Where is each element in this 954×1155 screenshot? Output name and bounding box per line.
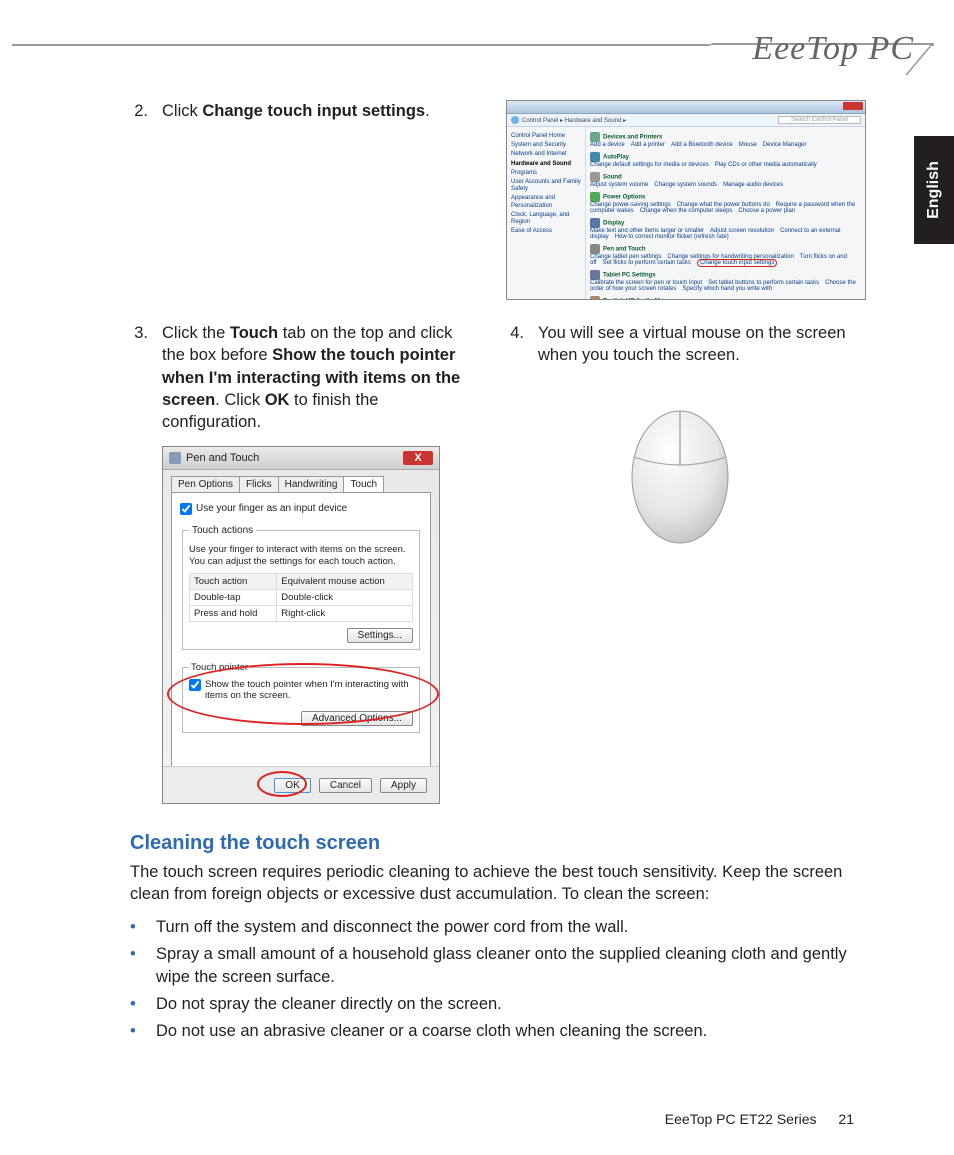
cp-side-item[interactable]: Ease of Access: [511, 228, 581, 235]
cp-side-item[interactable]: Network and Internet: [511, 151, 581, 158]
cp-cat[interactable]: Realtek HD Audio Manager: [603, 299, 679, 300]
cp-cat[interactable]: Display: [603, 221, 624, 227]
step-body: Click the Touch tab on the top and click…: [162, 322, 478, 442]
settings-button[interactable]: Settings...: [347, 628, 413, 643]
pt-touch-pointer-group: Touch pointer Show the touch pointer whe…: [182, 662, 420, 733]
section-paragraph: The touch screen requires periodic clean…: [130, 861, 854, 906]
checkbox-icon[interactable]: [189, 679, 201, 691]
list-item: Do not spray the cleaner directly on the…: [130, 993, 854, 1016]
cp-address-bar[interactable]: Control Panel ▸ Hardware and Sound ▸ Sea…: [507, 114, 865, 127]
cp-cat[interactable]: Tablet PC Settings: [603, 273, 656, 279]
cp-change-touch-link[interactable]: Change touch input settings: [697, 259, 777, 267]
pt-touch-actions-table: Touch actionEquivalent mouse action Doub…: [189, 573, 413, 622]
page-content: 2. Click Change touch input settings. Co…: [130, 100, 854, 1047]
cp-side-item[interactable]: Appearance and Personalization: [511, 195, 581, 209]
page-footer: EeeTop PC ET22 Series 21: [665, 1111, 854, 1127]
tab-handwriting[interactable]: Handwriting: [278, 476, 345, 492]
checkbox-icon[interactable]: [180, 503, 192, 515]
pen-touch-dialog: Pen and Touch X Pen Options Flicks Handw…: [162, 446, 440, 804]
table-row[interactable]: Double-tapDouble-click: [190, 589, 413, 605]
pt-button-bar: OK Cancel Apply: [163, 766, 439, 803]
brand-logo: EeeTop PC: [752, 30, 914, 68]
table-row[interactable]: Press and holdRight-click: [190, 605, 413, 621]
virtual-mouse-icon: [620, 387, 740, 547]
pt-titlebar: Pen and Touch X: [163, 447, 439, 470]
step-number: 3.: [130, 322, 148, 442]
step-number: 4.: [506, 322, 524, 367]
language-tab: English: [914, 136, 954, 244]
cp-side-item[interactable]: System and Security: [511, 142, 581, 149]
section-heading: Cleaning the touch screen: [130, 832, 854, 855]
step-4: 4. You will see a virtual mouse on the s…: [506, 322, 854, 367]
control-panel-screenshot: Control Panel ▸ Hardware and Sound ▸ Sea…: [506, 100, 866, 300]
cp-cat[interactable]: Sound: [603, 175, 622, 181]
list-item: Turn off the system and disconnect the p…: [130, 916, 854, 939]
pt-title-text: Pen and Touch: [186, 452, 259, 464]
tab-flicks[interactable]: Flicks: [239, 476, 279, 492]
cp-cat-pen-touch[interactable]: Pen and Touch: [603, 247, 646, 253]
cp-search[interactable]: Search Control Panel: [778, 116, 861, 124]
close-icon[interactable]: [843, 102, 863, 110]
cp-cat[interactable]: Power Options: [603, 195, 645, 201]
cp-cat[interactable]: AutoPlay: [603, 155, 629, 161]
cp-sidebar: Control Panel Home System and Security N…: [507, 127, 585, 300]
cp-breadcrumb: Control Panel ▸ Hardware and Sound ▸: [522, 117, 626, 124]
advanced-button[interactable]: Advanced Options...: [301, 711, 413, 726]
pt-touch-pane: Use your finger as an input device Touch…: [171, 492, 431, 778]
pt-touch-actions-group: Touch actions Use your finger to interac…: [182, 525, 420, 650]
cp-main: Devices and Printers Add a deviceAdd a p…: [585, 127, 865, 300]
tab-touch[interactable]: Touch: [343, 476, 384, 492]
ok-button[interactable]: OK: [274, 778, 310, 793]
cp-side-item-current[interactable]: Hardware and Sound: [511, 161, 581, 168]
page-number: 21: [838, 1111, 854, 1127]
bullet-list: Turn off the system and disconnect the p…: [130, 916, 854, 1043]
step-3: 3. Click the Touch tab on the top and cl…: [130, 322, 478, 442]
cp-cat[interactable]: Devices and Printers: [603, 135, 662, 141]
cp-titlebar: [507, 101, 865, 114]
pt-use-finger-check[interactable]: Use your finger as an input device: [180, 503, 422, 515]
pen-icon: [169, 452, 181, 464]
cp-home-link[interactable]: Control Panel Home: [511, 133, 581, 140]
tab-pen-options[interactable]: Pen Options: [171, 476, 240, 492]
pt-tabs: Pen Options Flicks Handwriting Touch: [163, 470, 439, 492]
step-body: You will see a virtual mouse on the scre…: [538, 322, 854, 367]
cp-side-item[interactable]: Programs: [511, 170, 581, 177]
step-2: 2. Click Change touch input settings.: [130, 100, 478, 122]
close-icon[interactable]: X: [403, 451, 433, 465]
step-body: Click Change touch input settings.: [162, 100, 430, 122]
apply-button[interactable]: Apply: [380, 778, 427, 793]
cp-side-item[interactable]: User Accounts and Family Safety: [511, 179, 581, 193]
list-item: Do not use an abrasive cleaner or a coar…: [130, 1020, 854, 1043]
cp-side-item[interactable]: Clock, Language, and Region: [511, 212, 581, 226]
list-item: Spray a small amount of a household glas…: [130, 943, 854, 989]
step-number: 2.: [130, 100, 148, 122]
pt-show-pointer-check[interactable]: Show the touch pointer when I'm interact…: [189, 679, 413, 701]
cancel-button[interactable]: Cancel: [319, 778, 372, 793]
footer-model: EeeTop PC ET22 Series: [665, 1111, 817, 1127]
